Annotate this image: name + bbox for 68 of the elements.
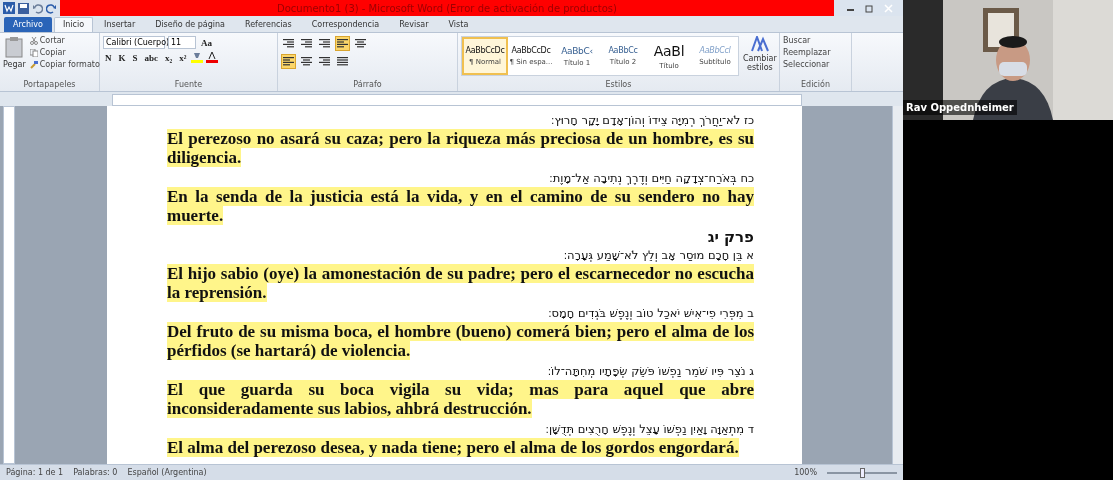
zoom-thumb[interactable] bbox=[860, 467, 865, 478]
ribbon-tab[interactable]: Diseño de página bbox=[146, 17, 234, 32]
language[interactable]: Español (Argentina) bbox=[127, 468, 207, 477]
translation-text: El hijo sabio (oye) la amonestación de su padre; pero el escarnecedor no escucha la reprensión. bbox=[167, 264, 754, 302]
editing-button[interactable]: Seleccionar bbox=[783, 60, 831, 69]
translation-text: El que guarda su boca vigila su vida; mas para aquel que abre inconsideradamente sus labios, ahbrá destrucción. bbox=[167, 380, 754, 418]
page-count: Página: 1 de 1 bbox=[6, 468, 64, 477]
brush-icon bbox=[29, 60, 38, 69]
case-button[interactable]: Aa bbox=[199, 37, 214, 48]
change-styles-button[interactable]: Cambiar estilos bbox=[743, 36, 777, 80]
ribbon-tab[interactable]: Vista bbox=[439, 17, 478, 32]
copy-icon bbox=[29, 48, 38, 57]
group-label: Edición bbox=[800, 80, 831, 91]
group-label: Párrafo bbox=[352, 80, 383, 91]
format-button[interactable]: N bbox=[103, 52, 114, 63]
highlight-icon[interactable] bbox=[191, 52, 204, 63]
word-count: Palabras: 0 bbox=[73, 468, 118, 477]
chapter-heading: פרק יג bbox=[706, 228, 754, 247]
ribbon-tab[interactable]: Inicio bbox=[53, 17, 94, 32]
redo-icon[interactable] bbox=[46, 2, 57, 14]
format-button[interactable]: x₂ bbox=[163, 52, 175, 63]
format-button[interactable]: S bbox=[130, 52, 140, 63]
window-title: Documento1 (3) - Microsoft Word (Error de activación de productos) bbox=[277, 2, 617, 14]
participant-name: Rav Oppednheimer bbox=[903, 100, 1017, 115]
format-painter-button[interactable]: Copiar formato bbox=[29, 60, 100, 69]
zoom-level: 100% bbox=[794, 468, 817, 477]
font-color-icon[interactable] bbox=[206, 52, 219, 63]
align-icon bbox=[283, 57, 294, 66]
cut-button[interactable]: Cortar bbox=[29, 36, 100, 45]
hebrew-verse: ג נֹצֵר פִּיו שֹׁמֵר נַפְשׁוֹ פֹּשֵׂק שְׂפָתָיו מְחִתָּה־לוֹ׃ bbox=[546, 363, 754, 380]
format-button[interactable]: abc bbox=[142, 52, 161, 63]
hebrew-verse: ד מִתְאַוָּה וָאַיִן נַפְשׁוֹ עָצֵל וְנֶפֶשׁ חָרֻצִים תְּדֻשָּׁן׃ bbox=[544, 421, 754, 438]
scrollbar[interactable] bbox=[892, 106, 903, 464]
paste-button[interactable]: Pegar bbox=[3, 36, 26, 80]
ribbon-tab[interactable]: Referencias bbox=[236, 17, 301, 32]
translation-text: Del fruto de su misma boca, el hombre (bueno) comerá bien; pero el alma de los pérfidos (se hartará) de violencia. bbox=[167, 322, 754, 360]
word-logo-icon[interactable] bbox=[3, 2, 15, 14]
editing-button[interactable]: Buscar bbox=[783, 36, 831, 45]
copy-button[interactable]: Copiar bbox=[29, 48, 100, 57]
group-label: Estilos bbox=[604, 80, 633, 91]
ribbon-tab[interactable]: Revisar bbox=[390, 17, 438, 32]
styles-icon bbox=[750, 36, 769, 52]
hebrew-verse: כז לֹא־יַחֲרֹךְ רְמִיָּה צֵידוֹ וְהוֹן־אָדָם יָקָר חָרוּץ׃ bbox=[550, 112, 754, 129]
font-size-field[interactable]: 11 bbox=[168, 36, 196, 49]
ribbon-tab[interactable]: Correspondencia bbox=[302, 17, 389, 32]
ribbon-tab[interactable]: Insertar bbox=[95, 17, 145, 32]
align-button[interactable] bbox=[281, 54, 296, 69]
hebrew-verse: כח בְּאֹרַח־צְדָקָה חַיִּים וְדֶרֶךְ נְתִיבָה אַל־מָוֶת׃ bbox=[548, 170, 754, 187]
hebrew-verse: ב מִפְּרִי פִי־אִישׁ יֹאכַל טוֹב וְנֶפֶשׁ בֹּגְדִים חָמָס׃ bbox=[547, 305, 754, 322]
scissors-icon bbox=[29, 36, 38, 45]
translation-text: El perezoso no asará su caza; pero la riqueza más preciosa de un hombre, es su diligencia. bbox=[167, 129, 754, 167]
align-icon bbox=[301, 57, 312, 66]
clipboard-icon bbox=[4, 36, 25, 58]
undo-icon[interactable] bbox=[32, 2, 43, 14]
ltr-button[interactable] bbox=[335, 36, 350, 51]
translation-text: El alma del perezoso desea, y nada tiene; pero el alma de los gordos engordará. bbox=[167, 438, 740, 457]
save-icon[interactable] bbox=[18, 2, 29, 14]
file-tab[interactable]: Archivo bbox=[4, 17, 52, 32]
translation-text: En la senda de la justicia está la vida, y en el camino de su sendero no hay muerte. bbox=[167, 187, 754, 225]
restore-icon[interactable] bbox=[865, 3, 874, 13]
align-icon bbox=[337, 57, 348, 66]
group-label: Fuente bbox=[173, 80, 204, 91]
hebrew-verse: א בֵּן חָכָם מוּסַר אָב וְלֵץ לֹא־שָׁמַע גְּעָרָה׃ bbox=[562, 247, 754, 264]
format-button[interactable]: x² bbox=[177, 52, 189, 63]
group-label: Portapapeles bbox=[22, 80, 77, 91]
format-button[interactable]: K bbox=[116, 52, 128, 63]
editing-button[interactable]: Reemplazar bbox=[783, 48, 831, 57]
align-icon bbox=[319, 57, 330, 66]
